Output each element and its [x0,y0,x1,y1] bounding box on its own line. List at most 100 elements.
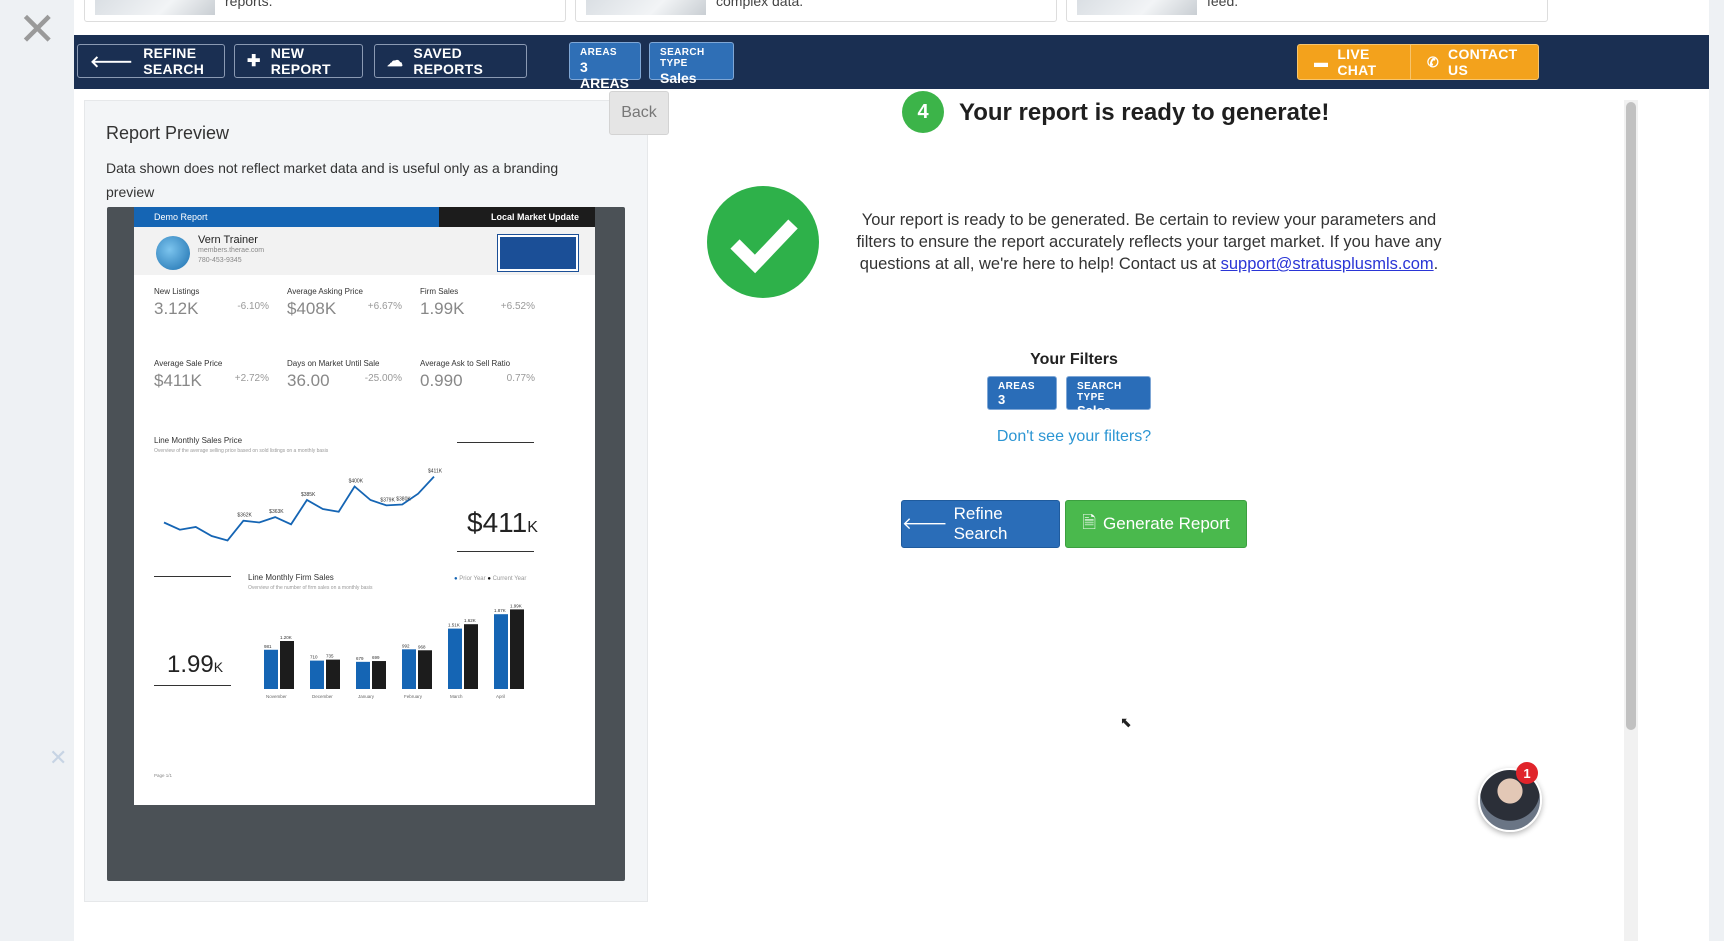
agent-name: Vern Trainer [198,234,258,246]
line-point-label: $380K [396,497,411,503]
big-price-unit: K [527,519,538,536]
bar-value-label: 1.20K [280,635,292,640]
stat-change: 0.77% [506,373,535,384]
legend-prior: Prior Year [459,576,486,582]
close-icon[interactable]: ✕ [18,6,57,52]
search-type-badge-label: SEARCH TYPE [1077,381,1122,403]
stat-label: Days on Market Until Sale [287,359,380,368]
bar-value-label: 735 [326,654,334,659]
firm-sales-bar [264,649,278,689]
dont-see-filters-link[interactable]: Don't see your filters? [944,428,1204,446]
card-text: reports. [225,0,273,9]
contact-us-label: CONTACT US [1448,46,1518,78]
live-chat-button[interactable]: ▬ LIVE CHAT [1297,44,1411,80]
success-check-icon [707,186,819,298]
search-type-value: Sales [660,70,697,86]
firm-sales-bar [494,614,508,689]
areas-filter-badge[interactable]: AREAS 3 AREAS [987,376,1057,422]
refine-search-label: REFINE SEARCH [143,45,205,77]
generate-report-label: Generate Report [1103,514,1230,533]
generate-report-button[interactable]: 🗎 Generate Report [1065,500,1247,548]
bar-value-label: 679 [356,656,364,661]
bar-value-label: 1.51K [448,623,460,628]
line-chart-title: Line Monthly Sales Price [154,436,242,445]
firm-sales-bar [448,628,462,689]
price-divider [457,442,534,443]
big-sales: 1.99K [167,651,223,679]
report-card[interactable]: complex data. [575,0,1057,22]
saved-reports-button[interactable]: ☁ SAVED REPORTS [374,44,527,78]
sales-divider [154,576,231,577]
big-sales-unit: K [213,659,224,675]
agent-info: Vern Trainer members.therae.com 780-453-… [198,234,264,266]
card-thumbnail [95,0,215,15]
stat-average-asking-price: Average Asking Price $408K +6.67% [287,287,402,319]
report-card[interactable]: feed. [1066,0,1548,22]
sheet-header-left: Demo Report [134,207,439,227]
realtor-logo [497,234,579,272]
big-price-value: $411 [467,507,528,538]
stat-label: Firm Sales [420,287,459,296]
sales-divider-bottom [154,685,231,686]
bar-month-label: December [312,694,333,699]
firm-sales-bar [280,641,294,689]
stat-change: +2.72% [234,373,269,384]
preview-description: Data shown does not reflect market data … [106,160,559,200]
areas-filter-chip[interactable]: AREAS 3 AREAS [569,42,641,91]
stat-change: +6.52% [500,301,535,312]
big-price: $411K [467,507,538,539]
search-type-filter-badge[interactable]: SEARCH TYPE Sales [1066,376,1151,418]
sheet-footer: Page 1/1 [154,773,574,779]
live-chat-label: LIVE CHAT [1337,46,1377,78]
support-email-link[interactable]: support@stratusplusmls.com [1221,255,1434,273]
new-report-button[interactable]: ✚ NEW REPORT [234,44,363,78]
refine-search-button[interactable]: 🡐 REFINE SEARCH [77,44,225,78]
big-sales-value: 1.99 [167,651,214,678]
stat-label: Average Asking Price [287,287,363,296]
chat-icon: ▬ [1314,54,1329,70]
stat-days-on-market: Days on Market Until Sale 36.00 -25.00% [287,359,402,391]
step-number-badge: 4 [902,91,944,133]
contact-us-button[interactable]: ✆ CONTACT US [1410,44,1539,80]
stat-label: New Listings [154,287,200,296]
line-point-label: $400K [349,479,364,485]
bar-chart: 981 1.20K November 710 735 December 679 699 Janu… [264,603,524,699]
report-card[interactable]: reports. [84,0,566,22]
bar-value-label: 968 [418,644,426,649]
back-button[interactable]: Back [609,91,669,135]
footer-page: Page 1/1 [154,773,173,778]
bar-value-label: 710 [310,655,318,660]
firm-sales-bar [418,650,432,689]
agent-site: members.therae.com [198,247,265,254]
card-thumbnail [586,0,706,15]
line-chart-title-text: Line Monthly Sales Price [154,436,243,445]
bar-value-label: 992 [402,643,410,648]
sheet-header-bar: Demo Report Local Market Update [134,207,595,227]
refine-search-main-button[interactable]: 🡐 Refine Search [901,500,1060,548]
legend-current-swatch: ● [487,576,491,582]
search-type-label: SEARCH TYPE [660,47,705,69]
bar-value-label: 1.62K [464,618,476,623]
phone-icon: ✆ [1427,53,1440,70]
scrollbar[interactable] [1624,100,1638,941]
new-report-label: NEW REPORT [270,45,331,77]
bar-month-label: March [450,694,463,699]
plus-icon: ✚ [247,53,261,70]
card-thumbnail [1077,0,1197,15]
firm-sales-bar [356,661,370,689]
agent-phone: 780-453-9345 [198,257,242,264]
areas-badge-value: 3 AREAS [998,392,1044,422]
search-type-filter-chip[interactable]: SEARCH TYPE Sales [649,42,734,86]
page-title: Your report is ready to generate! [959,99,1330,126]
scrollbar-thumb[interactable] [1626,102,1636,730]
card-text: complex data. [716,0,804,9]
areas-value: 3 AREAS [580,59,630,91]
stat-change: +6.67% [367,301,402,312]
bar-value-label: 1.87K [494,608,506,613]
line-point-label: $362K [237,513,252,519]
firm-sales-bar [464,624,478,689]
line-chart-subtitle: Overview of the average selling price ba… [154,448,329,454]
legend-prior-swatch: ● [454,576,458,582]
firm-sales-bar [372,661,386,689]
price-divider-bottom [457,551,534,552]
